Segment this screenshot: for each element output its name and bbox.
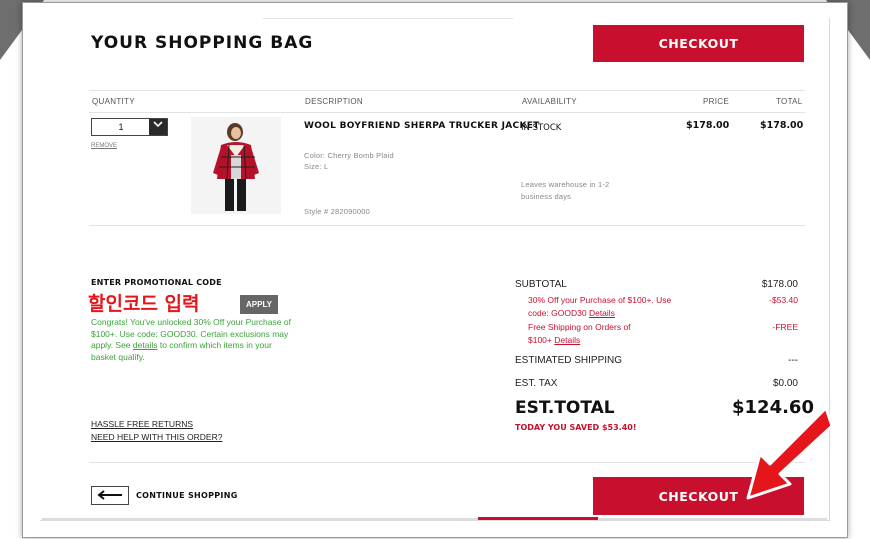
bottom-edge	[42, 518, 827, 521]
quantity-select[interactable]: 1	[91, 118, 168, 136]
chevron-down-icon[interactable]	[149, 119, 167, 135]
item-price: $178.00	[686, 120, 730, 131]
header-divider	[89, 90, 805, 91]
product-size: Size: L	[304, 162, 329, 171]
apply-button[interactable]: APPLY	[240, 295, 278, 314]
bottom-red-edge	[478, 517, 598, 520]
shipping-note-1: Leaves warehouse in 1-2	[521, 180, 610, 189]
discount-details-link[interactable]: Details	[589, 308, 615, 318]
item-total: $178.00	[760, 120, 804, 131]
shipping-promo: Free Shipping on Orders of $100+ Details	[528, 321, 631, 347]
shipping-details-link[interactable]: Details	[554, 335, 580, 345]
shipping-promo-value: -FREE	[772, 322, 799, 332]
total-label: EST.TOTAL	[515, 398, 615, 418]
column-divider	[89, 112, 805, 113]
arrow-left-icon	[96, 487, 124, 505]
back-button[interactable]	[91, 486, 129, 505]
product-image[interactable]	[191, 117, 281, 214]
column-total: TOTAL	[776, 97, 803, 106]
discount-text-2: code: GOOD30	[528, 308, 589, 318]
red-arrow-icon	[744, 402, 834, 506]
column-availability: AVAILABILITY	[522, 97, 577, 106]
column-description: DESCRIPTION	[305, 97, 363, 106]
subtotal-value: $178.00	[761, 279, 798, 290]
column-price: PRICE	[703, 97, 729, 106]
returns-link[interactable]: HASSLE FREE RETURNS	[91, 419, 193, 429]
availability-status: IN STOCK	[521, 123, 562, 133]
product-color: Color: Cherry Bomb Plaid	[304, 151, 394, 160]
product-style: Style # 282090000	[304, 207, 370, 216]
shipping-promo-text-2: $100+	[528, 335, 555, 345]
item-divider	[89, 225, 805, 226]
promo-details-link[interactable]: details	[133, 340, 158, 350]
shipping-promo-text-1: Free Shipping on Orders of	[528, 322, 631, 332]
product-name[interactable]: WOOL BOYFRIEND SHERPA TRUCKER JACKET	[304, 121, 540, 131]
discount-value: -$53.40	[769, 295, 798, 305]
shipping-note-2: business days	[521, 192, 572, 201]
continue-shopping-link[interactable]: CONTINUE SHOPPING	[136, 491, 238, 500]
estimated-shipping-value: ---	[788, 355, 798, 366]
discount-text-1: 30% Off your Purchase of $100+. Use	[528, 295, 672, 305]
footer-divider	[89, 462, 805, 463]
estimated-shipping-label: ESTIMATED SHIPPING	[515, 355, 623, 366]
subtotal-label: SUBTOTAL	[515, 279, 567, 290]
tax-value: $0.00	[772, 378, 798, 389]
promo-message: Congrats! You've unlocked 30% Off your P…	[91, 317, 291, 363]
quantity-value: 1	[118, 122, 124, 132]
savings-text: TODAY YOU SAVED $53.40!	[515, 423, 637, 432]
tax-label: EST. TAX	[515, 378, 558, 389]
promo-code-input[interactable]: 할인코드 입력	[88, 289, 200, 316]
promo-code-label: ENTER PROMOTIONAL CODE	[91, 278, 222, 287]
column-quantity: QUANTITY	[92, 97, 135, 106]
top-divider	[263, 18, 513, 19]
help-link[interactable]: NEED HELP WITH THIS ORDER?	[91, 432, 222, 442]
cart-page	[40, 18, 830, 521]
page-title: YOUR SHOPPING BAG	[91, 33, 314, 53]
checkout-button-top[interactable]: CHECKOUT	[593, 25, 804, 62]
remove-link[interactable]: REMOVE	[91, 143, 117, 149]
discount-description: 30% Off your Purchase of $100+. Use code:…	[528, 294, 671, 320]
